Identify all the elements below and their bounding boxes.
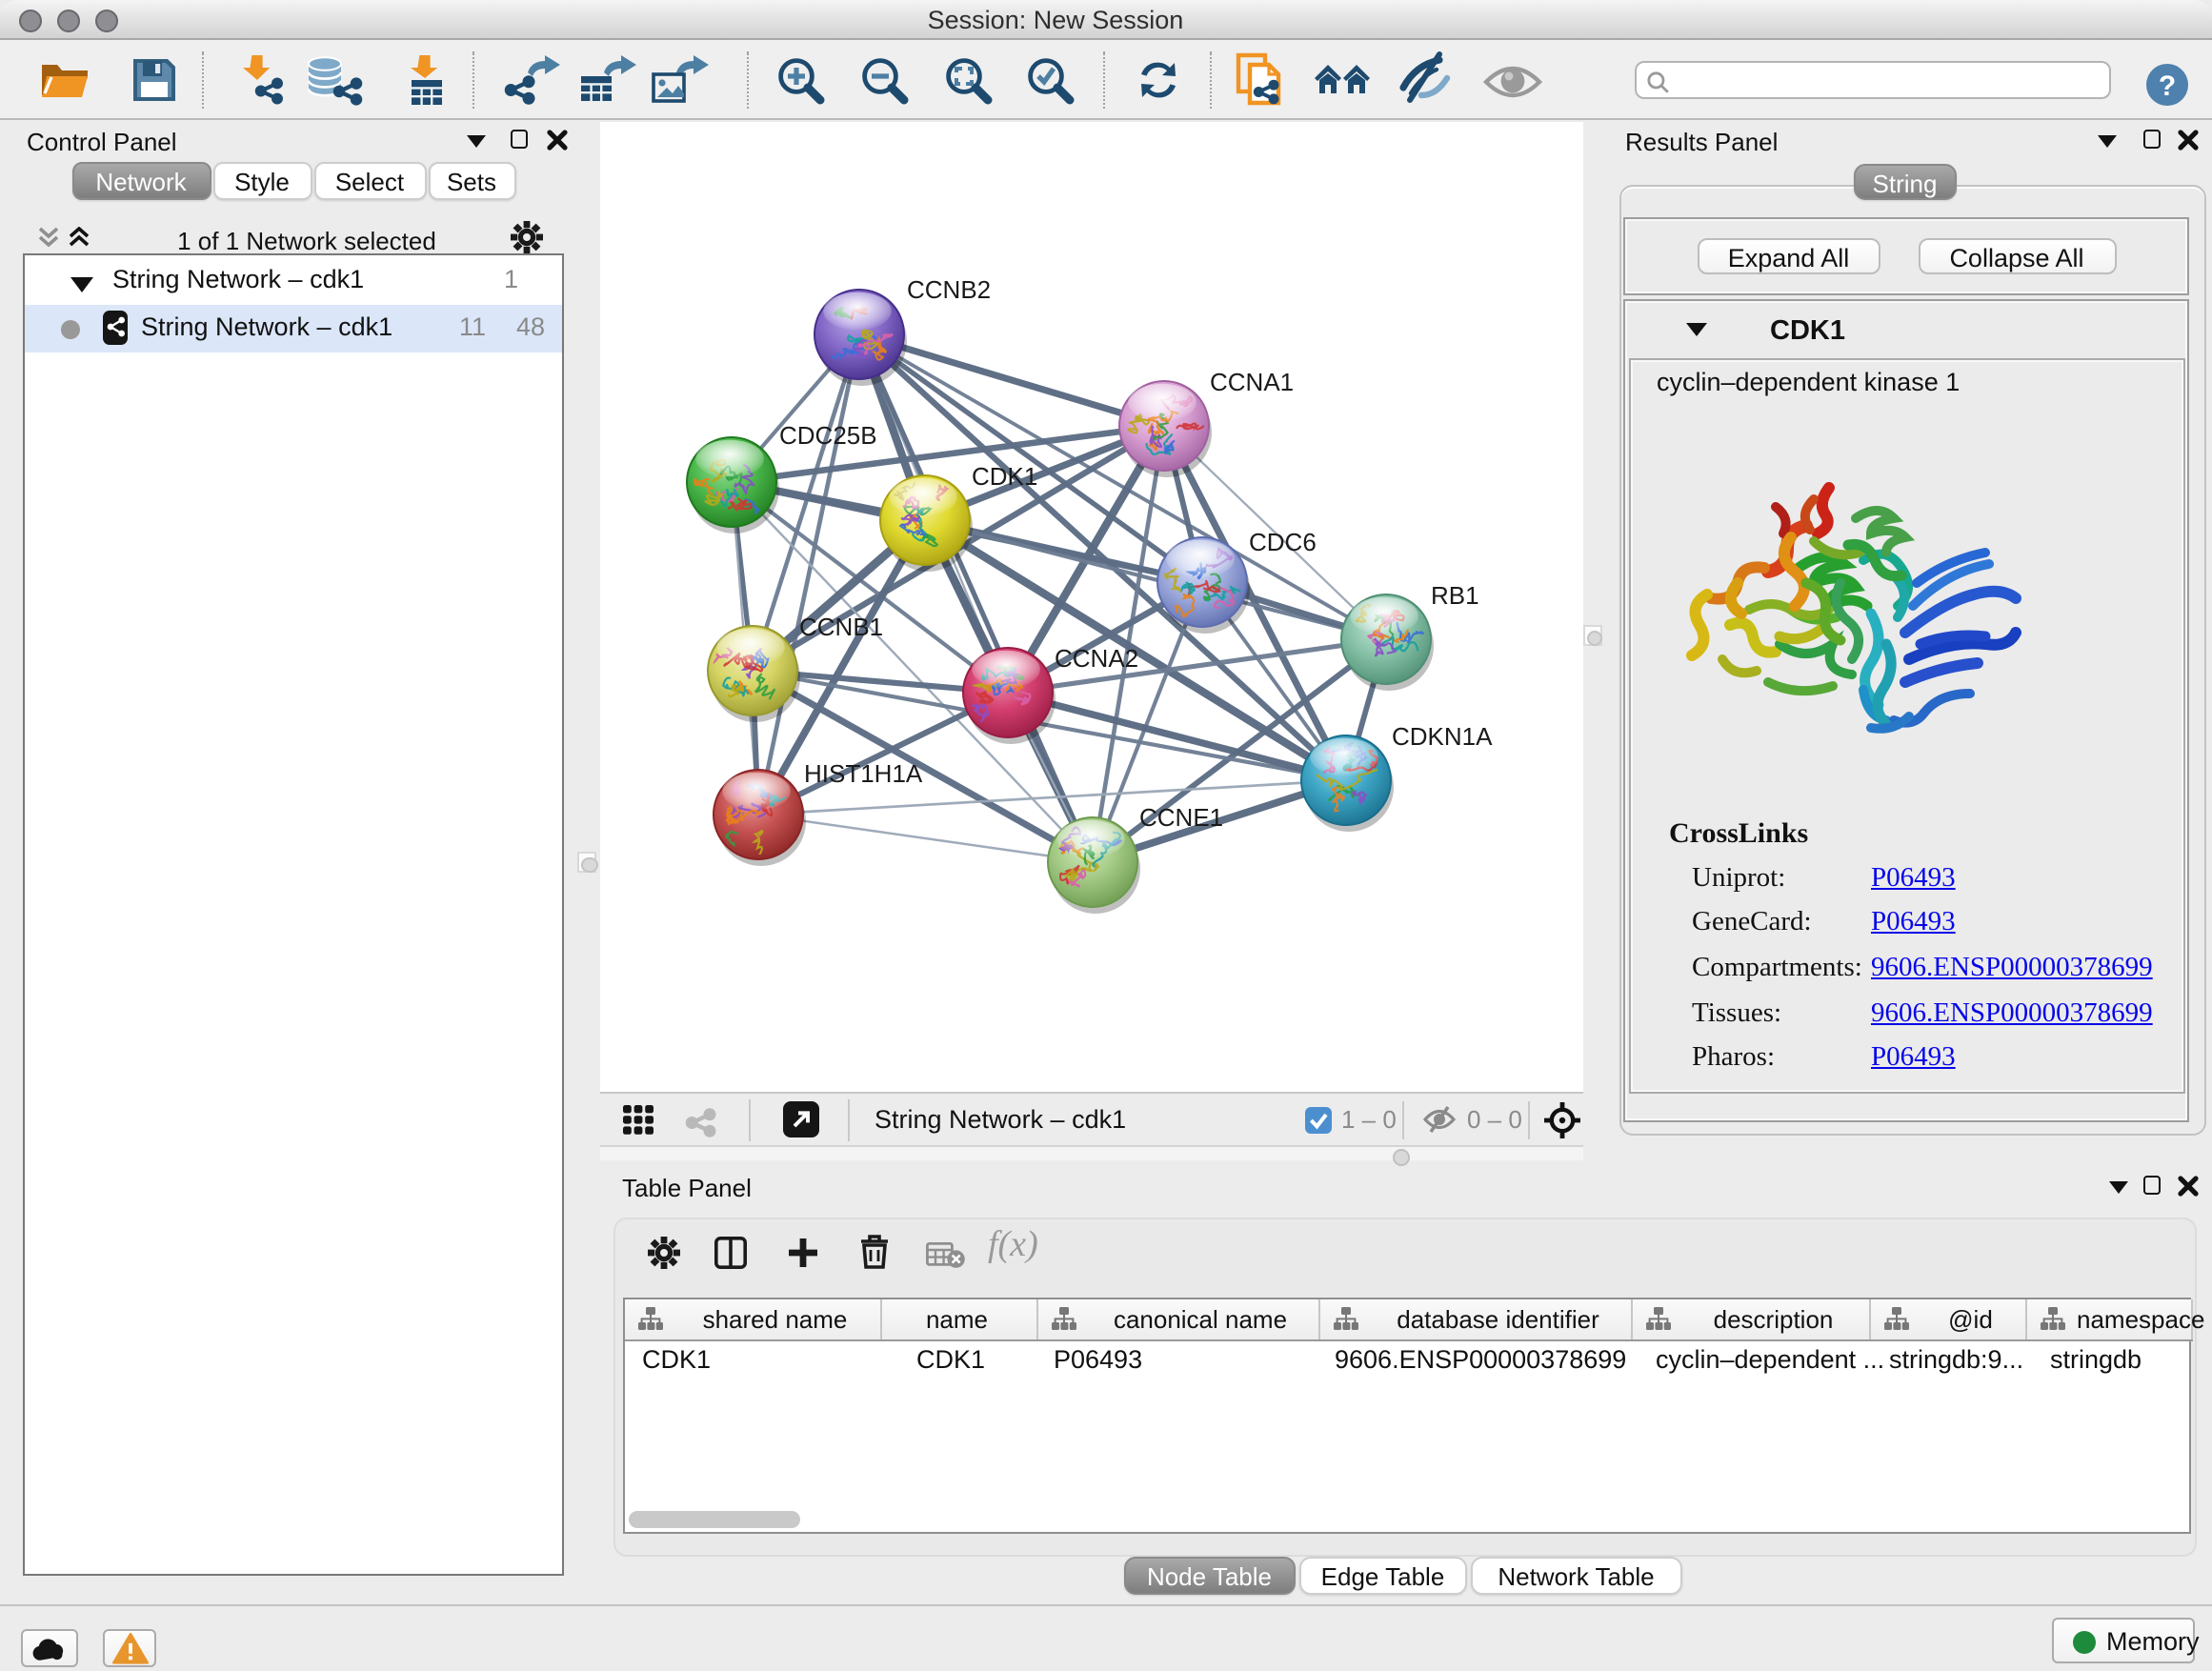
svg-text:CCNA1: CCNA1 [1210,367,1294,395]
svg-text:CDC25B: CDC25B [779,420,877,449]
svg-text:RB1: RB1 [1431,580,1479,609]
svg-text:CDK1: CDK1 [972,461,1037,490]
svg-text:CCNB2: CCNB2 [907,274,991,303]
svg-text:CDC6: CDC6 [1249,527,1317,555]
svg-text:CCNB1: CCNB1 [799,612,883,640]
svg-text:?: ? [2159,70,2176,102]
svg-text:CDKN1A: CDKN1A [1392,721,1493,750]
svg-text:CCNA2: CCNA2 [1055,643,1138,672]
svg-text:HIST1H1A: HIST1H1A [804,758,923,787]
svg-text:CCNE1: CCNE1 [1139,802,1223,831]
